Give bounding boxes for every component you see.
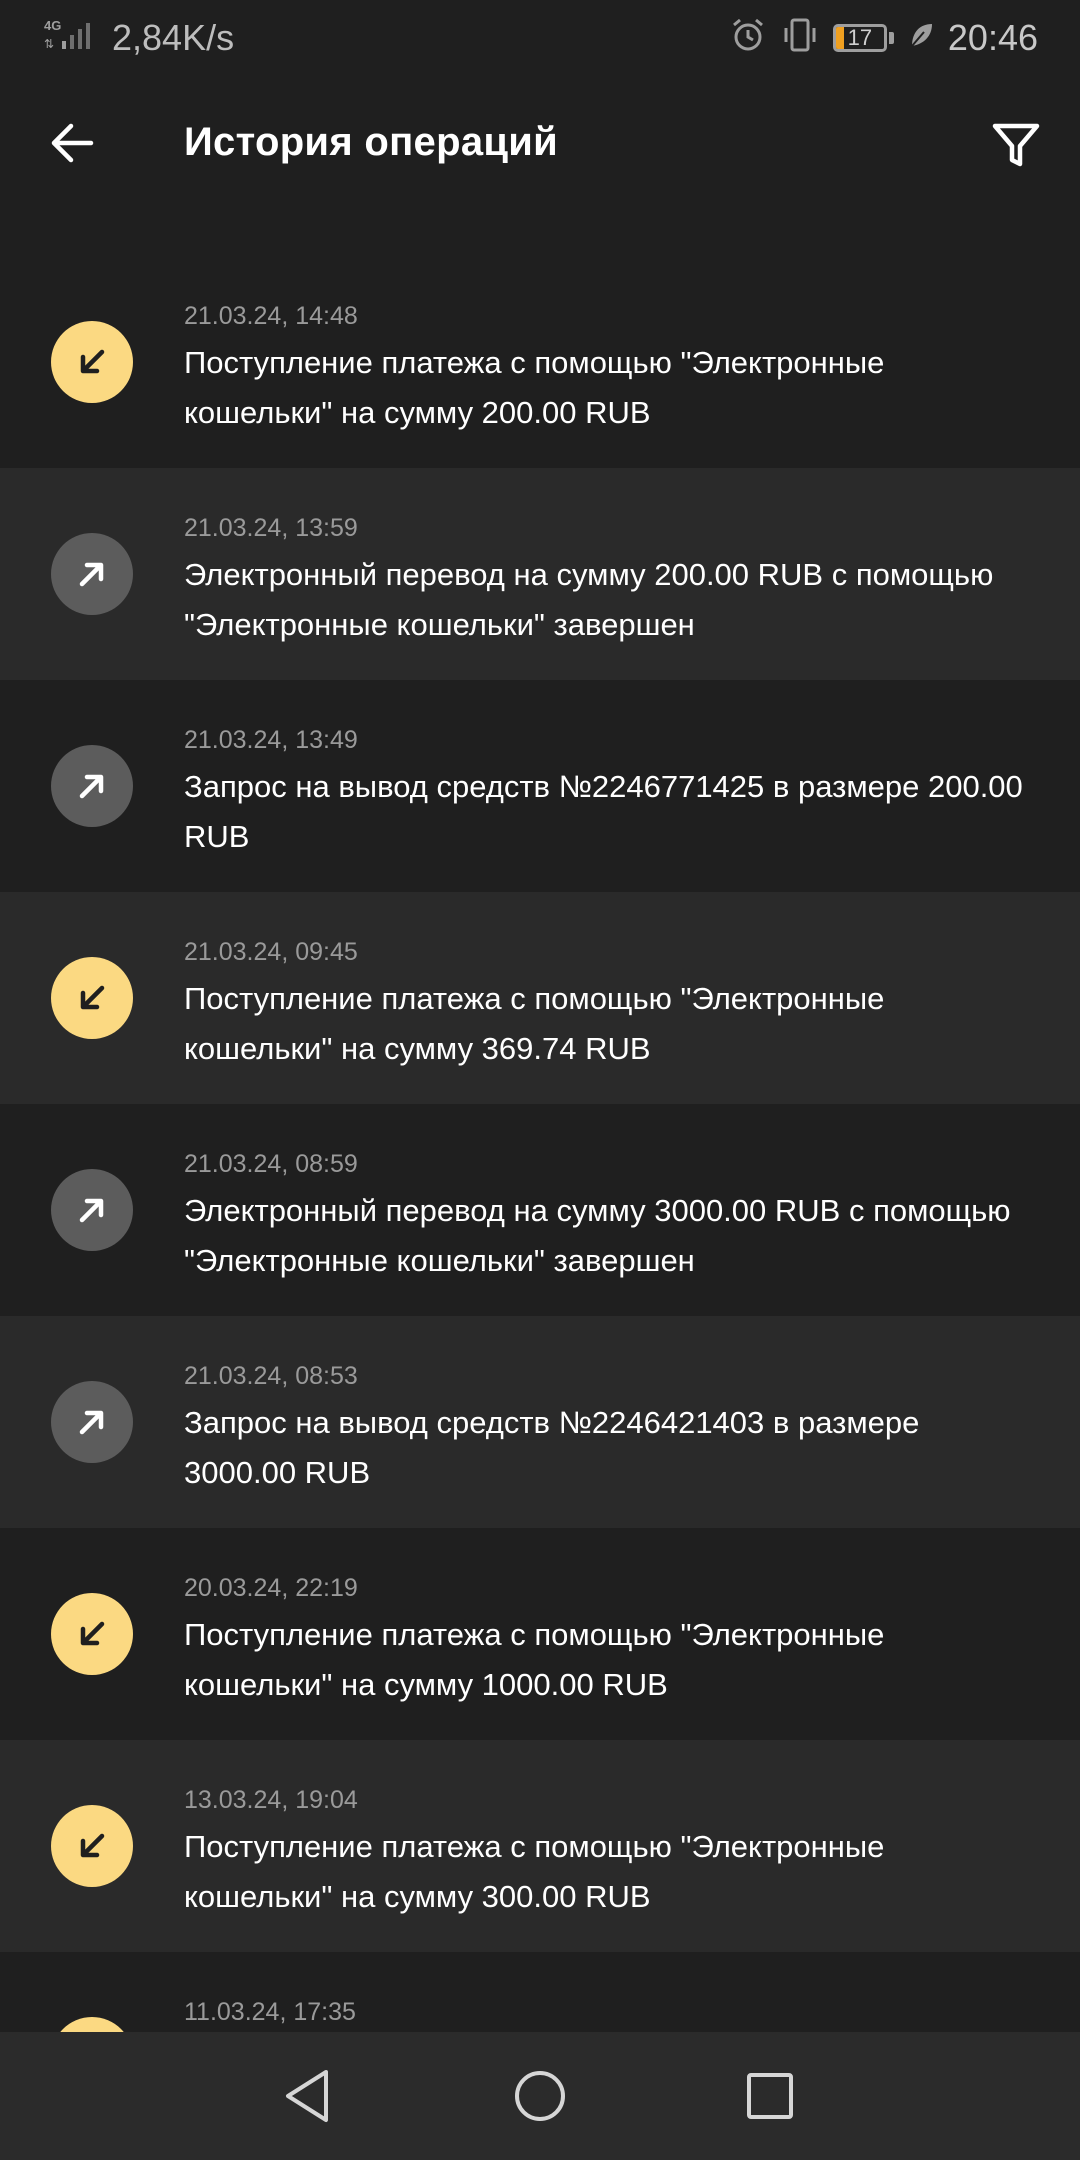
operation-date: 13.03.24, 19:04	[184, 1786, 358, 1814]
nav-recents-button[interactable]	[740, 2066, 800, 2126]
triangle-back-icon	[286, 2070, 328, 2122]
operation-date: 20.03.24, 22:19	[184, 1574, 358, 1602]
operation-row[interactable]: 20.03.24, 22:19 Поступление платежа с пом…	[0, 1528, 1080, 1740]
operation-row[interactable]: 21.03.24, 08:59 Электронный перевод на су…	[0, 1104, 1080, 1316]
system-nav-bar	[0, 2032, 1080, 2160]
incoming-arrow-icon	[51, 1593, 133, 1675]
circle-home-icon	[515, 2071, 565, 2121]
battery-fill	[835, 26, 845, 49]
status-bar: 4G ⇅ 2,84K/s 17 20:46	[0, 0, 1080, 75]
operation-description: Электронный перевод на сумму 3000.00 RUB…	[184, 1193, 1011, 1278]
operation-description: Поступление платежа с помощью "Электронн…	[184, 345, 885, 430]
signal-icon: 4G ⇅	[42, 15, 98, 60]
operation-date: 21.03.24, 14:48	[184, 302, 358, 330]
operation-row[interactable]: 21.03.24, 14:48 Поступление платежа с пом…	[0, 256, 1080, 468]
filter-button[interactable]	[988, 117, 1044, 173]
status-right: 17 20:46	[729, 16, 1038, 59]
incoming-arrow-icon	[51, 957, 133, 1039]
operation-date: 11.03.24, 17:35	[184, 1998, 356, 2026]
operation-date: 21.03.24, 13:59	[184, 514, 358, 542]
operations-list: 21.03.24, 14:48 Поступление платежа с пом…	[0, 256, 1080, 2160]
filter-icon	[992, 123, 1040, 167]
arrow-left-icon	[51, 123, 94, 163]
svg-text:⇅: ⇅	[44, 37, 54, 51]
operation-row[interactable]: 21.03.24, 08:53 Запрос на вывод средств №…	[0, 1316, 1080, 1528]
outgoing-arrow-icon	[51, 533, 133, 615]
operation-description: Электронный перевод на сумму 200.00 RUB …	[184, 557, 994, 642]
outgoing-arrow-icon	[51, 745, 133, 827]
battery-tip	[888, 31, 894, 44]
operation-description: Запрос на вывод средств №2246771425 в ра…	[184, 769, 1023, 854]
operation-description: Поступление платежа с помощью "Электронн…	[184, 981, 885, 1066]
operation-date: 21.03.24, 09:45	[184, 938, 358, 966]
battery-level: 17	[847, 24, 873, 50]
battery-icon: 17	[832, 23, 887, 52]
leaf-icon	[908, 20, 934, 55]
operation-row[interactable]: 21.03.24, 13:59 Электронный перевод на су…	[0, 468, 1080, 680]
operation-description: Запрос на вывод средств №2246421403 в ра…	[184, 1405, 920, 1490]
outgoing-arrow-icon	[51, 1169, 133, 1251]
svg-text:4G: 4G	[44, 18, 61, 33]
nav-home-button[interactable]	[510, 2066, 570, 2126]
screen: 4G ⇅ 2,84K/s 17 20:46 История операций 2…	[0, 0, 1080, 2160]
alarm-icon	[729, 16, 767, 59]
app-bar: История операций	[0, 75, 1080, 215]
incoming-arrow-icon	[51, 1805, 133, 1887]
operation-row[interactable]: 21.03.24, 13:49 Запрос на вывод средств №…	[0, 680, 1080, 892]
incoming-arrow-icon	[51, 321, 133, 403]
page-title: История операций	[184, 120, 559, 164]
operation-row[interactable]: 13.03.24, 19:04 Поступление платежа с пом…	[0, 1740, 1080, 1952]
operation-date: 21.03.24, 08:59	[184, 1150, 358, 1178]
outgoing-arrow-icon	[51, 1381, 133, 1463]
operation-row[interactable]: 21.03.24, 09:45 Поступление платежа с пом…	[0, 892, 1080, 1104]
status-left: 4G ⇅ 2,84K/s	[42, 15, 234, 60]
operation-description: Поступление платежа с помощью "Электронн…	[184, 1617, 885, 1702]
vibrate-icon	[781, 16, 819, 59]
operation-date: 21.03.24, 13:49	[184, 726, 358, 754]
clock: 20:46	[947, 16, 1038, 58]
operation-date: 21.03.24, 08:53	[184, 1362, 358, 1390]
operation-description: Поступление платежа с помощью "Электронн…	[184, 1829, 885, 1914]
nav-back-button[interactable]	[278, 2066, 338, 2126]
back-button[interactable]	[46, 117, 98, 169]
net-speed: 2,84K/s	[112, 16, 235, 58]
square-recents-icon	[747, 2073, 793, 2119]
